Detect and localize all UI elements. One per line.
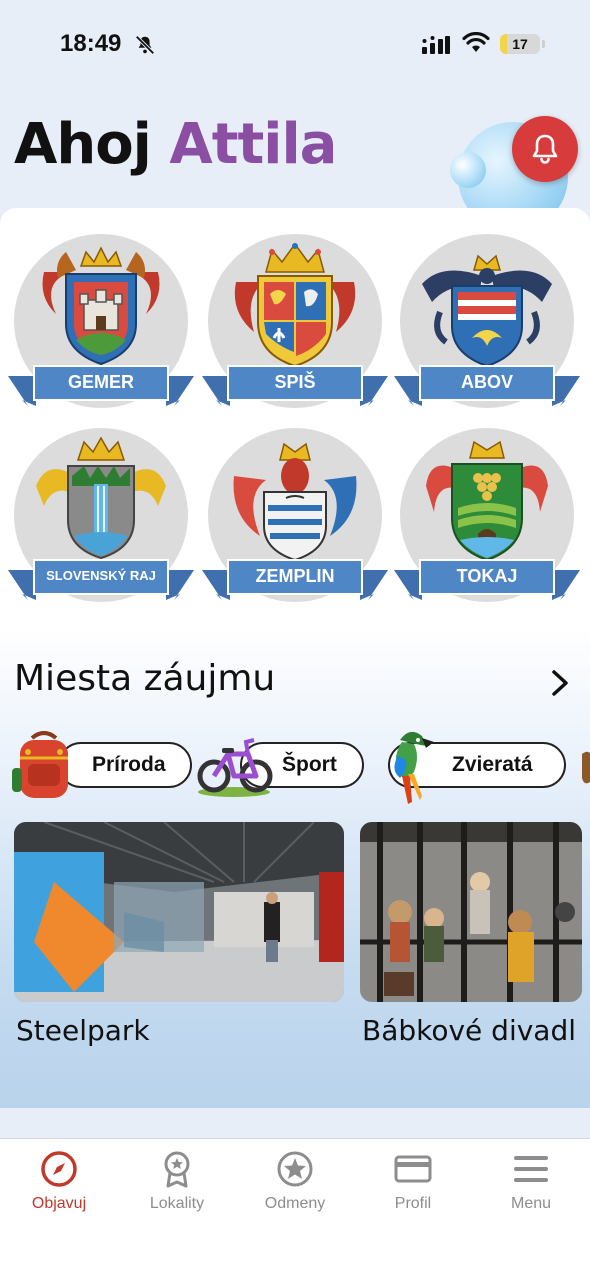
nav-profil[interactable]: Profil xyxy=(354,1149,472,1229)
bell-icon xyxy=(532,134,558,164)
steelpark-photo xyxy=(14,822,344,1002)
bottom-navigation: Objavuj Lokality Odmeny Profil Menu xyxy=(0,1138,590,1280)
region-label: SLOVENSKÝ RAJ xyxy=(46,568,156,583)
next-category-icon xyxy=(582,751,590,784)
chip-label: Zvieratá xyxy=(452,753,533,776)
hamburger-icon xyxy=(514,1156,548,1182)
chip-label: Príroda xyxy=(92,753,166,776)
wifi-icon xyxy=(462,32,490,52)
status-bar: 18:49 17 xyxy=(0,0,590,90)
medal-icon xyxy=(164,1151,190,1188)
compass-icon xyxy=(41,1151,77,1187)
battery-icon: 17 xyxy=(500,34,540,54)
chevron-right-icon[interactable] xyxy=(548,668,572,698)
zemplin-crest-icon xyxy=(233,442,357,562)
region-label: GEMER xyxy=(67,372,134,392)
region-spis[interactable]: SPIŠ xyxy=(202,234,388,414)
battery-cap xyxy=(542,40,545,48)
category-chips: Príroda Šport Zvieratá xyxy=(0,728,590,808)
user-name: Attila xyxy=(169,112,337,177)
region-label: TOKAJ xyxy=(456,566,518,586)
decorative-bubble-small xyxy=(450,152,486,188)
nav-label: Objavuj xyxy=(31,1195,87,1212)
greeting-heading: Ahoj Attila xyxy=(14,112,337,177)
region-tokaj[interactable]: TOKAJ xyxy=(394,428,580,608)
places-carousel: Steelpark Bábkové divadl xyxy=(0,822,590,1072)
bell-muted-icon xyxy=(135,35,155,55)
greeting-word: Ahoj xyxy=(14,112,152,177)
place-title: Steelpark xyxy=(16,1014,150,1047)
spis-crest-icon xyxy=(234,242,356,368)
parrot-icon xyxy=(394,731,434,804)
region-slovensky-raj[interactable]: SLOVENSKÝ RAJ xyxy=(8,428,194,608)
slovensky-raj-crest-icon xyxy=(36,436,166,560)
gemer-crest-icon xyxy=(42,246,160,366)
nav-menu[interactable]: Menu xyxy=(472,1149,590,1229)
main-content-card: GEMER SPIŠ ABOV SLOVENSKÝ RAJ ZEMPLIN TO… xyxy=(0,208,590,1108)
region-label: ABOV xyxy=(460,372,513,392)
region-gemer[interactable]: GEMER xyxy=(8,234,194,414)
battery-level: 17 xyxy=(512,36,528,52)
status-time: 18:49 xyxy=(60,30,122,57)
puppet-theatre-photo xyxy=(360,822,582,1002)
place-title: Bábkové divadl xyxy=(362,1014,577,1047)
nav-label: Menu xyxy=(510,1195,552,1212)
nav-label: Profil xyxy=(394,1195,432,1212)
region-abov[interactable]: ABOV xyxy=(394,234,580,414)
section-title: Miesta záujmu xyxy=(14,658,276,699)
nav-label: Odmeny xyxy=(264,1195,326,1212)
tokaj-crest-icon xyxy=(426,440,548,562)
chip-label: Šport xyxy=(282,753,337,776)
nav-odmeny[interactable]: Odmeny xyxy=(236,1149,354,1229)
star-badge-icon xyxy=(277,1151,313,1187)
region-zemplin[interactable]: ZEMPLIN xyxy=(202,428,388,608)
region-label: ZEMPLIN xyxy=(255,566,335,586)
nav-objavuj[interactable]: Objavuj xyxy=(0,1149,118,1229)
nav-lokality[interactable]: Lokality xyxy=(118,1149,236,1229)
abov-crest-icon xyxy=(422,254,552,368)
cellular-signal-icon xyxy=(422,36,450,54)
notifications-button[interactable] xyxy=(512,116,578,182)
nav-label: Lokality xyxy=(149,1195,205,1212)
bicycle-icon xyxy=(197,738,273,797)
backpack-icon xyxy=(12,731,68,798)
card-icon xyxy=(394,1155,432,1183)
chip-priroda[interactable]: Príroda xyxy=(58,742,192,788)
region-label: SPIŠ xyxy=(274,372,316,392)
